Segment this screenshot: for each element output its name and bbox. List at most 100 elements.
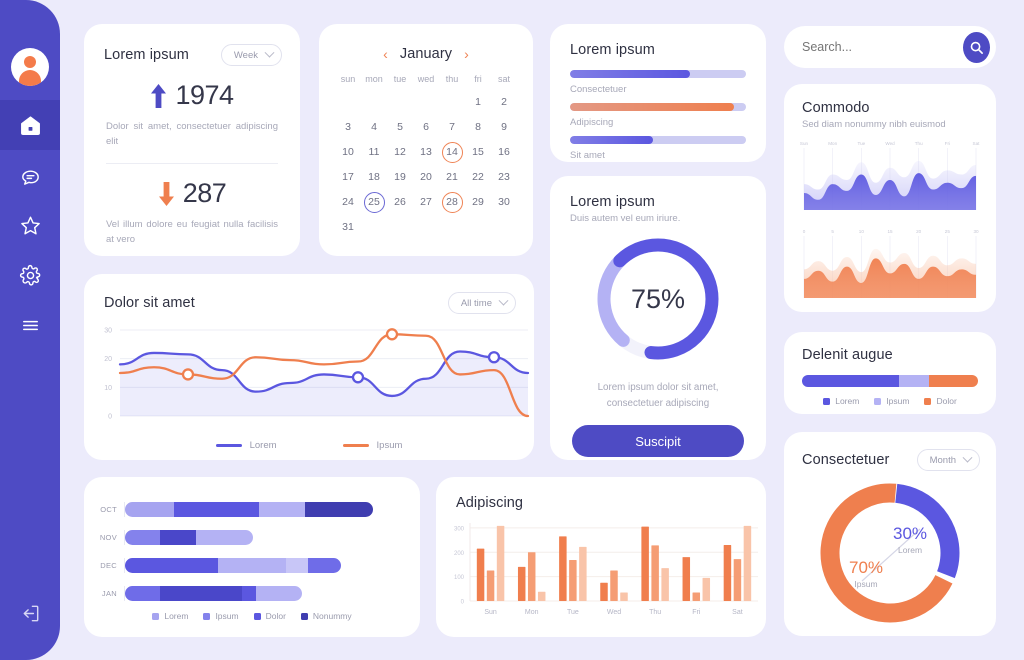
progress-label-0: Consectetuer (570, 84, 627, 95)
sidebar-item-messages[interactable] (0, 150, 60, 200)
svg-text:Thu: Thu (915, 141, 923, 146)
progress-bar-list: Consectetuer Adipiscing Sit amet (550, 58, 766, 161)
calendar-day-30[interactable]: 30 (491, 191, 517, 213)
progress-title: Lorem ipsum (570, 42, 655, 58)
calendar-day-number: 24 (342, 196, 354, 208)
calendar-day-18[interactable]: 18 (361, 166, 387, 188)
calendar-day-blank (387, 91, 413, 113)
donut-ipsum-percent: 70% (848, 558, 884, 577)
line-chart-range-label: All time (460, 297, 492, 309)
line-chart-range-dropdown[interactable]: All time (447, 292, 516, 314)
calendar-day-20[interactable]: 20 (413, 166, 439, 188)
commodo-subtitle: Sed diam nonummy nibh euismod (802, 119, 946, 130)
horizontal-bar-card: OCT NOV DEC JAN Lorem Ipsum Dolor Nonummy (84, 477, 420, 637)
line-chart-plot: 0 10 20 30 (104, 328, 530, 421)
svg-text:Sat: Sat (973, 141, 980, 146)
calendar-day-23[interactable]: 23 (491, 166, 517, 188)
legend-swatch-ipsum (342, 444, 369, 447)
hbar-legend-item-dolor: Dolor (253, 611, 286, 621)
calendar-day-16[interactable]: 16 (491, 141, 517, 163)
svg-text:200: 200 (454, 551, 465, 557)
calendar-day-5[interactable]: 5 (387, 116, 413, 138)
calendar-day-26[interactable]: 26 (387, 191, 413, 213)
calendar-day-12[interactable]: 12 (387, 141, 413, 163)
svg-text:Sat: Sat (732, 609, 743, 616)
calendar-day-27[interactable]: 27 (413, 191, 439, 213)
vertical-bar-plot: 0 100 200 300 Sun Mon Tue Wed Thu Fri Sat (454, 523, 758, 616)
hbar-label-oct: OCT (100, 504, 117, 514)
svg-text:Fri: Fri (692, 609, 701, 616)
svg-text:0: 0 (803, 229, 806, 234)
legend-label-ipsum: Ipsum (376, 440, 403, 451)
search-input[interactable] (802, 40, 963, 54)
hbar-label-nov: NOV (99, 532, 117, 542)
sidebar-item-favorites[interactable] (0, 200, 60, 250)
calendar-day-24[interactable]: 24 (335, 191, 361, 213)
calendar-day-blank (439, 91, 465, 113)
calendar-day-31[interactable]: 31 (335, 216, 361, 238)
sidebar (0, 0, 60, 660)
legend-swatch-lorem (823, 397, 831, 405)
calendar-day-14[interactable]: 14 (439, 141, 465, 163)
hbar-segment-3 (307, 557, 341, 573)
progress-item-2: Sit amet (570, 136, 746, 161)
svg-text:Sun: Sun (484, 609, 497, 616)
legend-swatch-dolor (924, 397, 932, 405)
avatar[interactable] (11, 48, 49, 86)
hbar-track-nov (124, 529, 398, 545)
consectetuer-range-dropdown[interactable]: Month (916, 449, 980, 471)
stats-range-dropdown[interactable]: Week (220, 44, 282, 66)
progress-card: Lorem ipsum Consectetuer Adipiscing Sit am… (550, 24, 766, 162)
calendar-next-button[interactable]: › (464, 47, 469, 61)
calendar-day-8[interactable]: 8 (465, 116, 491, 138)
consectetuer-donut-chart: 30% Lorem 70% Ipsum (814, 477, 966, 629)
calendar-day-28[interactable]: 28 (439, 191, 465, 213)
gauge-title: Lorem ipsum (570, 194, 655, 210)
progress-fill-0 (570, 70, 690, 78)
sidebar-item-settings[interactable] (0, 250, 60, 300)
calendar-day-9[interactable]: 9 (491, 116, 517, 138)
hbar-track-jan (124, 585, 398, 601)
chevron-down-icon (498, 295, 509, 306)
calendar-day-15[interactable]: 15 (465, 141, 491, 163)
calendar-day-number: 28 (446, 196, 458, 208)
calendar-month-label: January (399, 46, 453, 62)
delenit-legend: Lorem Ipsum Dolor (784, 396, 996, 406)
calendar-day-19[interactable]: 19 (387, 166, 413, 188)
search-button[interactable] (963, 31, 990, 63)
calendar-day-21[interactable]: 21 (439, 166, 465, 188)
calendar-prev-button[interactable]: ‹ (383, 47, 388, 61)
svg-text:Thu: Thu (649, 609, 661, 616)
sidebar-item-logout[interactable] (0, 588, 60, 638)
commodo-title: Commodo (802, 100, 870, 116)
calendar-day-6[interactable]: 6 (413, 116, 439, 138)
sidebar-item-menu[interactable] (0, 300, 60, 350)
stats-card: Lorem ipsum Week 1974 Dolor sit amet, co… (84, 24, 300, 256)
calendar-day-11[interactable]: 11 (361, 141, 387, 163)
calendar-day-7[interactable]: 7 (439, 116, 465, 138)
calendar-day-blank (335, 91, 361, 113)
calendar-day-1[interactable]: 1 (465, 91, 491, 113)
calendar-day-3[interactable]: 3 (335, 116, 361, 138)
calendar-day-2[interactable]: 2 (491, 91, 517, 113)
calendar-day-number: 7 (449, 121, 455, 133)
stats-secondary-description: Vel illum dolore eu feugiat nulla facili… (106, 219, 278, 246)
progress-track-1 (570, 103, 746, 111)
calendar-day-4[interactable]: 4 (361, 116, 387, 138)
sidebar-item-home[interactable] (0, 100, 60, 150)
calendar-day-17[interactable]: 17 (335, 166, 361, 188)
suscipit-button[interactable]: Suscipit (572, 425, 744, 458)
calendar-day-25[interactable]: 25 (361, 191, 387, 213)
progress-item-1: Adipiscing (570, 103, 746, 128)
hbar-stack-dec (125, 557, 341, 573)
calendar-day-22[interactable]: 22 (465, 166, 491, 188)
calendar-day-10[interactable]: 10 (335, 141, 361, 163)
calendar-day-29[interactable]: 29 (465, 191, 491, 213)
legend-label-dolor: Dolor (936, 396, 957, 406)
svg-text:Sun: Sun (800, 141, 809, 146)
calendar-day-13[interactable]: 13 (413, 141, 439, 163)
hbar-segment-2 (242, 585, 257, 601)
svg-text:20: 20 (104, 356, 112, 363)
legend-swatch-lorem (152, 612, 160, 620)
progress-fill-2 (570, 136, 653, 144)
